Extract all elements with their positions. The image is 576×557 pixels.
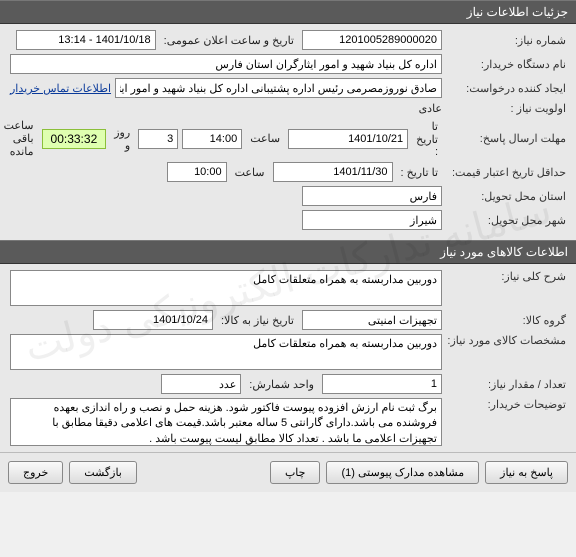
- need-by-date-label: تاریخ نیاز به کالا:: [217, 314, 298, 327]
- reply-deadline-label: مهلت ارسال پاسخ:: [446, 132, 566, 145]
- buyer-notes-label: توضیحات خریدار:: [446, 398, 566, 411]
- until-date-label-1: تا تاریخ :: [412, 120, 442, 158]
- buyer-contact-link[interactable]: اطلاعات تماس خریدار: [10, 82, 111, 95]
- exit-button[interactable]: خروج: [8, 461, 63, 484]
- item-group-field[interactable]: [302, 310, 442, 330]
- province-label: استان محل تحویل:: [446, 190, 566, 203]
- announce-dt-label: تاریخ و ساعت اعلان عمومی:: [160, 34, 298, 47]
- price-valid-time-field[interactable]: [167, 162, 227, 182]
- item-spec-field[interactable]: [10, 334, 442, 370]
- priority-value: عادی: [419, 102, 442, 115]
- buyer-org-field[interactable]: [10, 54, 442, 74]
- buyer-notes-field[interactable]: [10, 398, 442, 446]
- requester-field[interactable]: [115, 78, 442, 98]
- items-info-body: شرح کلی نیاز: گروه کالا: تاریخ نیاز به ک…: [0, 264, 576, 452]
- attachments-button[interactable]: مشاهده مدارک پیوستی (1): [326, 461, 479, 484]
- buyer-org-label: نام دستگاه خریدار:: [446, 58, 566, 71]
- until-date-label-2: تا تاریخ :: [397, 166, 442, 179]
- price-valid-label: حداقل تاریخ اعتبار قیمت:: [446, 166, 566, 179]
- reply-until-date-field[interactable]: [288, 129, 408, 149]
- item-group-label: گروه کالا:: [446, 314, 566, 327]
- need-no-field[interactable]: [302, 30, 442, 50]
- back-button[interactable]: بازگشت: [69, 461, 137, 484]
- need-no-label: شماره نیاز:: [446, 34, 566, 47]
- print-button[interactable]: چاپ: [270, 461, 321, 484]
- time-remaining-label: ساعت باقی مانده: [0, 119, 38, 158]
- button-bar: پاسخ به نیاز مشاهده مدارک پیوستی (1) چاپ…: [0, 452, 576, 492]
- city-label: شهر محل تحویل:: [446, 214, 566, 227]
- qty-label: تعداد / مقدار نیاز:: [446, 378, 566, 391]
- reply-button[interactable]: پاسخ به نیاز: [485, 461, 568, 484]
- need-info-header: جزئیات اطلاعات نیاز: [0, 0, 576, 24]
- province-field[interactable]: [302, 186, 442, 206]
- need-desc-label: شرح کلی نیاز:: [446, 270, 566, 283]
- items-info-header: اطلاعات کالاهای مورد نیاز: [0, 240, 576, 264]
- time-label-1: ساعت: [246, 132, 284, 145]
- time-label-2: ساعت: [231, 166, 269, 179]
- price-valid-date-field[interactable]: [273, 162, 393, 182]
- days-remaining-field: [138, 129, 178, 149]
- countdown-timer: 00:33:32: [42, 129, 107, 149]
- requester-label: ایجاد کننده درخواست:: [446, 82, 566, 95]
- unit-label: واحد شمارش:: [245, 378, 318, 391]
- qty-field[interactable]: [322, 374, 442, 394]
- city-field[interactable]: [302, 210, 442, 230]
- need-by-date-field[interactable]: [93, 310, 213, 330]
- reply-until-time-field[interactable]: [182, 129, 242, 149]
- need-desc-field[interactable]: [10, 270, 442, 306]
- need-info-body: شماره نیاز: تاریخ و ساعت اعلان عمومی: نا…: [0, 24, 576, 240]
- announce-dt-field[interactable]: [16, 30, 156, 50]
- priority-label: اولویت نیاز :: [446, 102, 566, 115]
- item-spec-label: مشخصات کالای مورد نیاز:: [446, 334, 566, 347]
- days-and-label: روز و: [110, 126, 134, 152]
- unit-field[interactable]: [161, 374, 241, 394]
